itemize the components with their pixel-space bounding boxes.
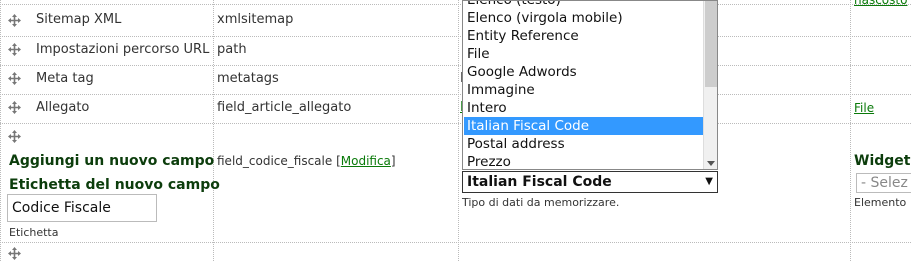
dropdown-option[interactable]: Intero: [467, 99, 507, 117]
widget-help-text: Elemento: [854, 196, 907, 209]
row-divider: [0, 4, 911, 5]
row-divider: [0, 36, 911, 37]
hidden-link[interactable]: nascosto: [854, 0, 907, 8]
row-divider: [0, 94, 911, 95]
drag-handle-icon[interactable]: [8, 72, 21, 85]
dropdown-option[interactable]: Immagine: [467, 81, 535, 99]
dropdown-option[interactable]: File: [467, 45, 490, 63]
label-help-text: Etichetta: [9, 226, 59, 239]
dropdown-option-selected[interactable]: Italian Fiscal Code: [464, 117, 706, 135]
drag-handle-icon[interactable]: [8, 247, 21, 260]
dropdown-option[interactable]: Google Adwords: [467, 63, 577, 81]
chevron-down-icon: ▼: [705, 176, 713, 187]
machine-name-value: field_codice_fiscale: [217, 154, 333, 168]
drag-handle-icon[interactable]: [8, 101, 21, 114]
add-new-field-heading: Aggiungi un nuovo campo: [9, 153, 215, 169]
field-machine-name: field_article_allegato: [217, 100, 352, 115]
row-divider: [0, 123, 911, 124]
drag-handle-icon[interactable]: [8, 14, 21, 27]
row-divider: [0, 242, 911, 243]
col-divider: [850, 0, 851, 261]
dropdown-option[interactable]: Elenco (virgola mobile): [467, 9, 623, 27]
dropdown-option[interactable]: Entity Reference: [467, 27, 579, 45]
field-type-dropdown-list[interactable]: Elenco (testo) Elenco (virgola mobile) E…: [462, 0, 718, 170]
field-label: Allegato: [36, 100, 90, 115]
scroll-down-arrow-icon[interactable]: [707, 161, 715, 166]
col-divider: [0, 0, 1, 261]
field-machine-name: xmlsitemap: [217, 12, 294, 27]
dropdown-scrollbar[interactable]: [703, 1, 717, 169]
field-label: Impostazioni percorso URL: [36, 42, 210, 57]
field-type-help-text: Tipo di dati da memorizzare.: [462, 196, 620, 209]
field-label: Meta tag: [36, 71, 94, 86]
widget-link[interactable]: File: [854, 100, 874, 116]
field-type-select[interactable]: Italian Fiscal Code ▼: [462, 171, 718, 193]
drag-handle-icon[interactable]: [8, 43, 21, 56]
dropdown-option[interactable]: Prezzo: [467, 153, 511, 169]
col-divider: [458, 0, 459, 261]
col-divider: [213, 0, 214, 261]
new-field-label-caption: Etichetta del nuovo campo: [9, 177, 220, 193]
field-machine-name: metatags: [217, 71, 279, 86]
widget-heading: Widget p: [854, 153, 911, 169]
field-machine-name: path: [217, 42, 247, 57]
field-label: Sitemap XML: [36, 12, 122, 27]
drag-handle-icon[interactable]: [8, 130, 21, 143]
dropdown-option[interactable]: Elenco (testo): [467, 1, 561, 9]
edit-machine-name-link[interactable]: Modifica: [341, 154, 391, 168]
scrollbar-thumb[interactable]: [705, 1, 717, 87]
field-type-select-value: Italian Fiscal Code: [467, 174, 612, 190]
new-field-label-input[interactable]: Codice Fiscale: [7, 194, 157, 222]
row-divider: [0, 65, 911, 66]
new-field-machine-name: field_codice_fiscale [Modifica]: [217, 154, 396, 168]
widget-select[interactable]: - Selez: [856, 173, 911, 193]
dropdown-option[interactable]: Postal address: [467, 135, 565, 153]
